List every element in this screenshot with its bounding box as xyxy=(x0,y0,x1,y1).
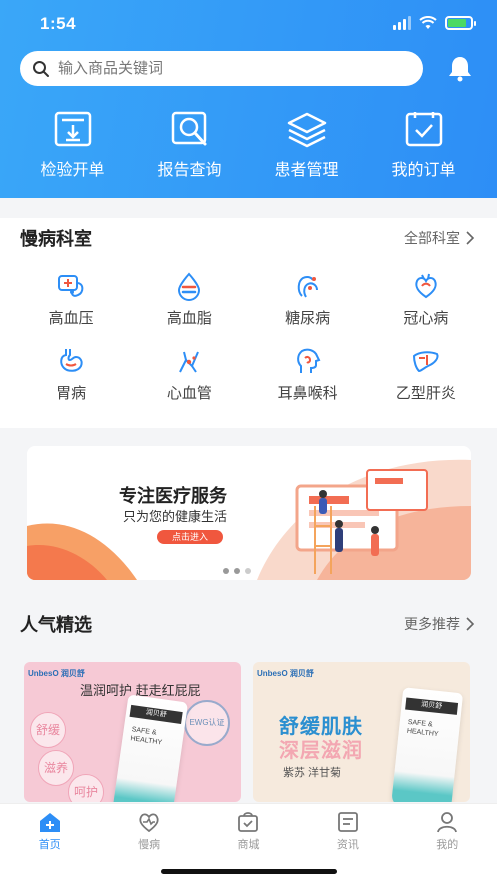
department-hyperlipidemia[interactable]: 高血脂 xyxy=(130,262,248,337)
banner-title: 专注医疗服务 xyxy=(119,486,227,506)
wifi-icon xyxy=(419,16,437,29)
product-headline-2: 深层滋润 xyxy=(279,740,363,762)
profile-icon xyxy=(437,812,458,833)
ent-icon xyxy=(296,348,321,373)
product-list: UnbesO 润贝舒 温润呵护 赶走红屁屁 舒缓 滋养 呵护 EWG认证 润贝舒… xyxy=(24,662,470,802)
department-diabetes[interactable]: 糖尿病 xyxy=(249,262,367,337)
layers-icon xyxy=(287,112,326,148)
all-departments-link[interactable]: 全部科室 xyxy=(404,228,475,248)
department-hypertension[interactable]: 高血压 xyxy=(12,262,130,337)
product-tag: 舒缓 xyxy=(30,712,66,748)
search-icon xyxy=(33,60,49,77)
chronic-header: 慢病科室 全部科室 xyxy=(0,218,497,258)
header: 1:54 输入商品关键词 检验开单 报告查询 患者管理 我的订单 xyxy=(0,0,497,198)
product-tag: 滋养 xyxy=(38,750,74,786)
chronic-icon xyxy=(139,813,159,833)
order-check-icon xyxy=(405,112,442,147)
department-hepatitis-b[interactable]: 乙型肝炎 xyxy=(367,337,485,412)
banner-background-illustration xyxy=(27,459,471,580)
diabetes-icon xyxy=(297,275,318,298)
product-brand: UnbesO 润贝舒 xyxy=(257,669,314,678)
promo-banner[interactable]: 专注医疗服务 只为您的健康生活 点击进入 xyxy=(27,446,471,580)
department-cardiovascular[interactable]: 心血管 xyxy=(130,337,248,412)
popular-section-header: 人气精选 更多推荐 xyxy=(0,602,497,646)
search-bar[interactable] xyxy=(20,51,423,86)
more-recommend-link[interactable]: 更多推荐 xyxy=(404,614,475,634)
quick-action-patient-management[interactable]: 患者管理 xyxy=(248,110,365,180)
blood-pressure-icon xyxy=(58,275,84,297)
chevron-right-icon xyxy=(466,617,475,631)
download-form-icon xyxy=(54,111,91,147)
section-title: 人气精选 xyxy=(20,615,92,635)
tab-profile[interactable]: 我的 xyxy=(398,804,497,883)
department-ent[interactable]: 耳鼻喉科 xyxy=(249,337,367,412)
home-indicator xyxy=(161,869,337,874)
department-stomach[interactable]: 胃病 xyxy=(12,337,130,412)
cardiovascular-icon xyxy=(179,351,200,373)
battery-icon xyxy=(445,16,476,30)
status-time: 1:54 xyxy=(40,14,77,33)
product-brand: UnbesO 润贝舒 xyxy=(28,669,85,678)
tab-bar: 首页 慢病 商城 资讯 我的 xyxy=(0,803,497,883)
department-coronary-heart[interactable]: 冠心病 xyxy=(367,262,485,337)
status-bar: 1:54 xyxy=(0,12,497,36)
search-input[interactable] xyxy=(58,60,378,77)
product-card[interactable]: UnbesO 润贝舒 舒缓肌肤 深层滋润 紫苏 洋甘菊 润贝舒 SAFE & H… xyxy=(253,662,470,802)
ewg-seal: EWG认证 xyxy=(184,700,230,746)
chevron-right-icon xyxy=(466,231,475,245)
liver-icon xyxy=(412,351,439,373)
stomach-icon xyxy=(60,349,83,372)
heart-icon xyxy=(415,273,437,299)
chronic-section: 慢病科室 全部科室 高血压 高血脂 糖尿病 冠心病 胃病 心血管 耳鼻喉科 乙型… xyxy=(0,218,497,428)
quick-action-test-order[interactable]: 检验开单 xyxy=(14,110,131,180)
quick-actions: 检验开单 报告查询 患者管理 我的订单 xyxy=(0,110,497,180)
cellular-signal-icon xyxy=(393,16,411,30)
quick-action-report-query[interactable]: 报告查询 xyxy=(131,110,248,180)
search-report-icon xyxy=(171,111,206,146)
product-ingredients: 紫苏 洋甘菊 xyxy=(283,767,342,779)
product-image: 润贝舒 SAFE & HEALTHY xyxy=(111,694,189,802)
home-icon xyxy=(39,813,60,832)
product-card[interactable]: UnbesO 润贝舒 温润呵护 赶走红屁屁 舒缓 滋养 呵护 EWG认证 润贝舒… xyxy=(24,662,241,802)
shop-icon xyxy=(238,812,259,832)
quick-action-my-orders[interactable]: 我的订单 xyxy=(365,110,482,180)
banner-subtitle: 只为您的健康生活 xyxy=(123,509,228,524)
news-icon xyxy=(337,812,358,832)
department-grid: 高血压 高血脂 糖尿病 冠心病 胃病 心血管 耳鼻喉科 乙型肝炎 xyxy=(0,262,497,412)
banner-pagination xyxy=(223,568,251,574)
section-title: 慢病科室 xyxy=(20,229,92,249)
status-icons xyxy=(393,16,476,30)
banner-enter-button[interactable]: 点击进入 xyxy=(157,530,223,544)
product-image: 润贝舒 SAFE & HEALTHY xyxy=(390,687,464,802)
bell-icon[interactable] xyxy=(447,54,473,82)
product-tag: 呵护 xyxy=(68,774,104,802)
tab-home[interactable]: 首页 xyxy=(0,804,99,883)
blood-lipid-icon xyxy=(178,272,201,301)
